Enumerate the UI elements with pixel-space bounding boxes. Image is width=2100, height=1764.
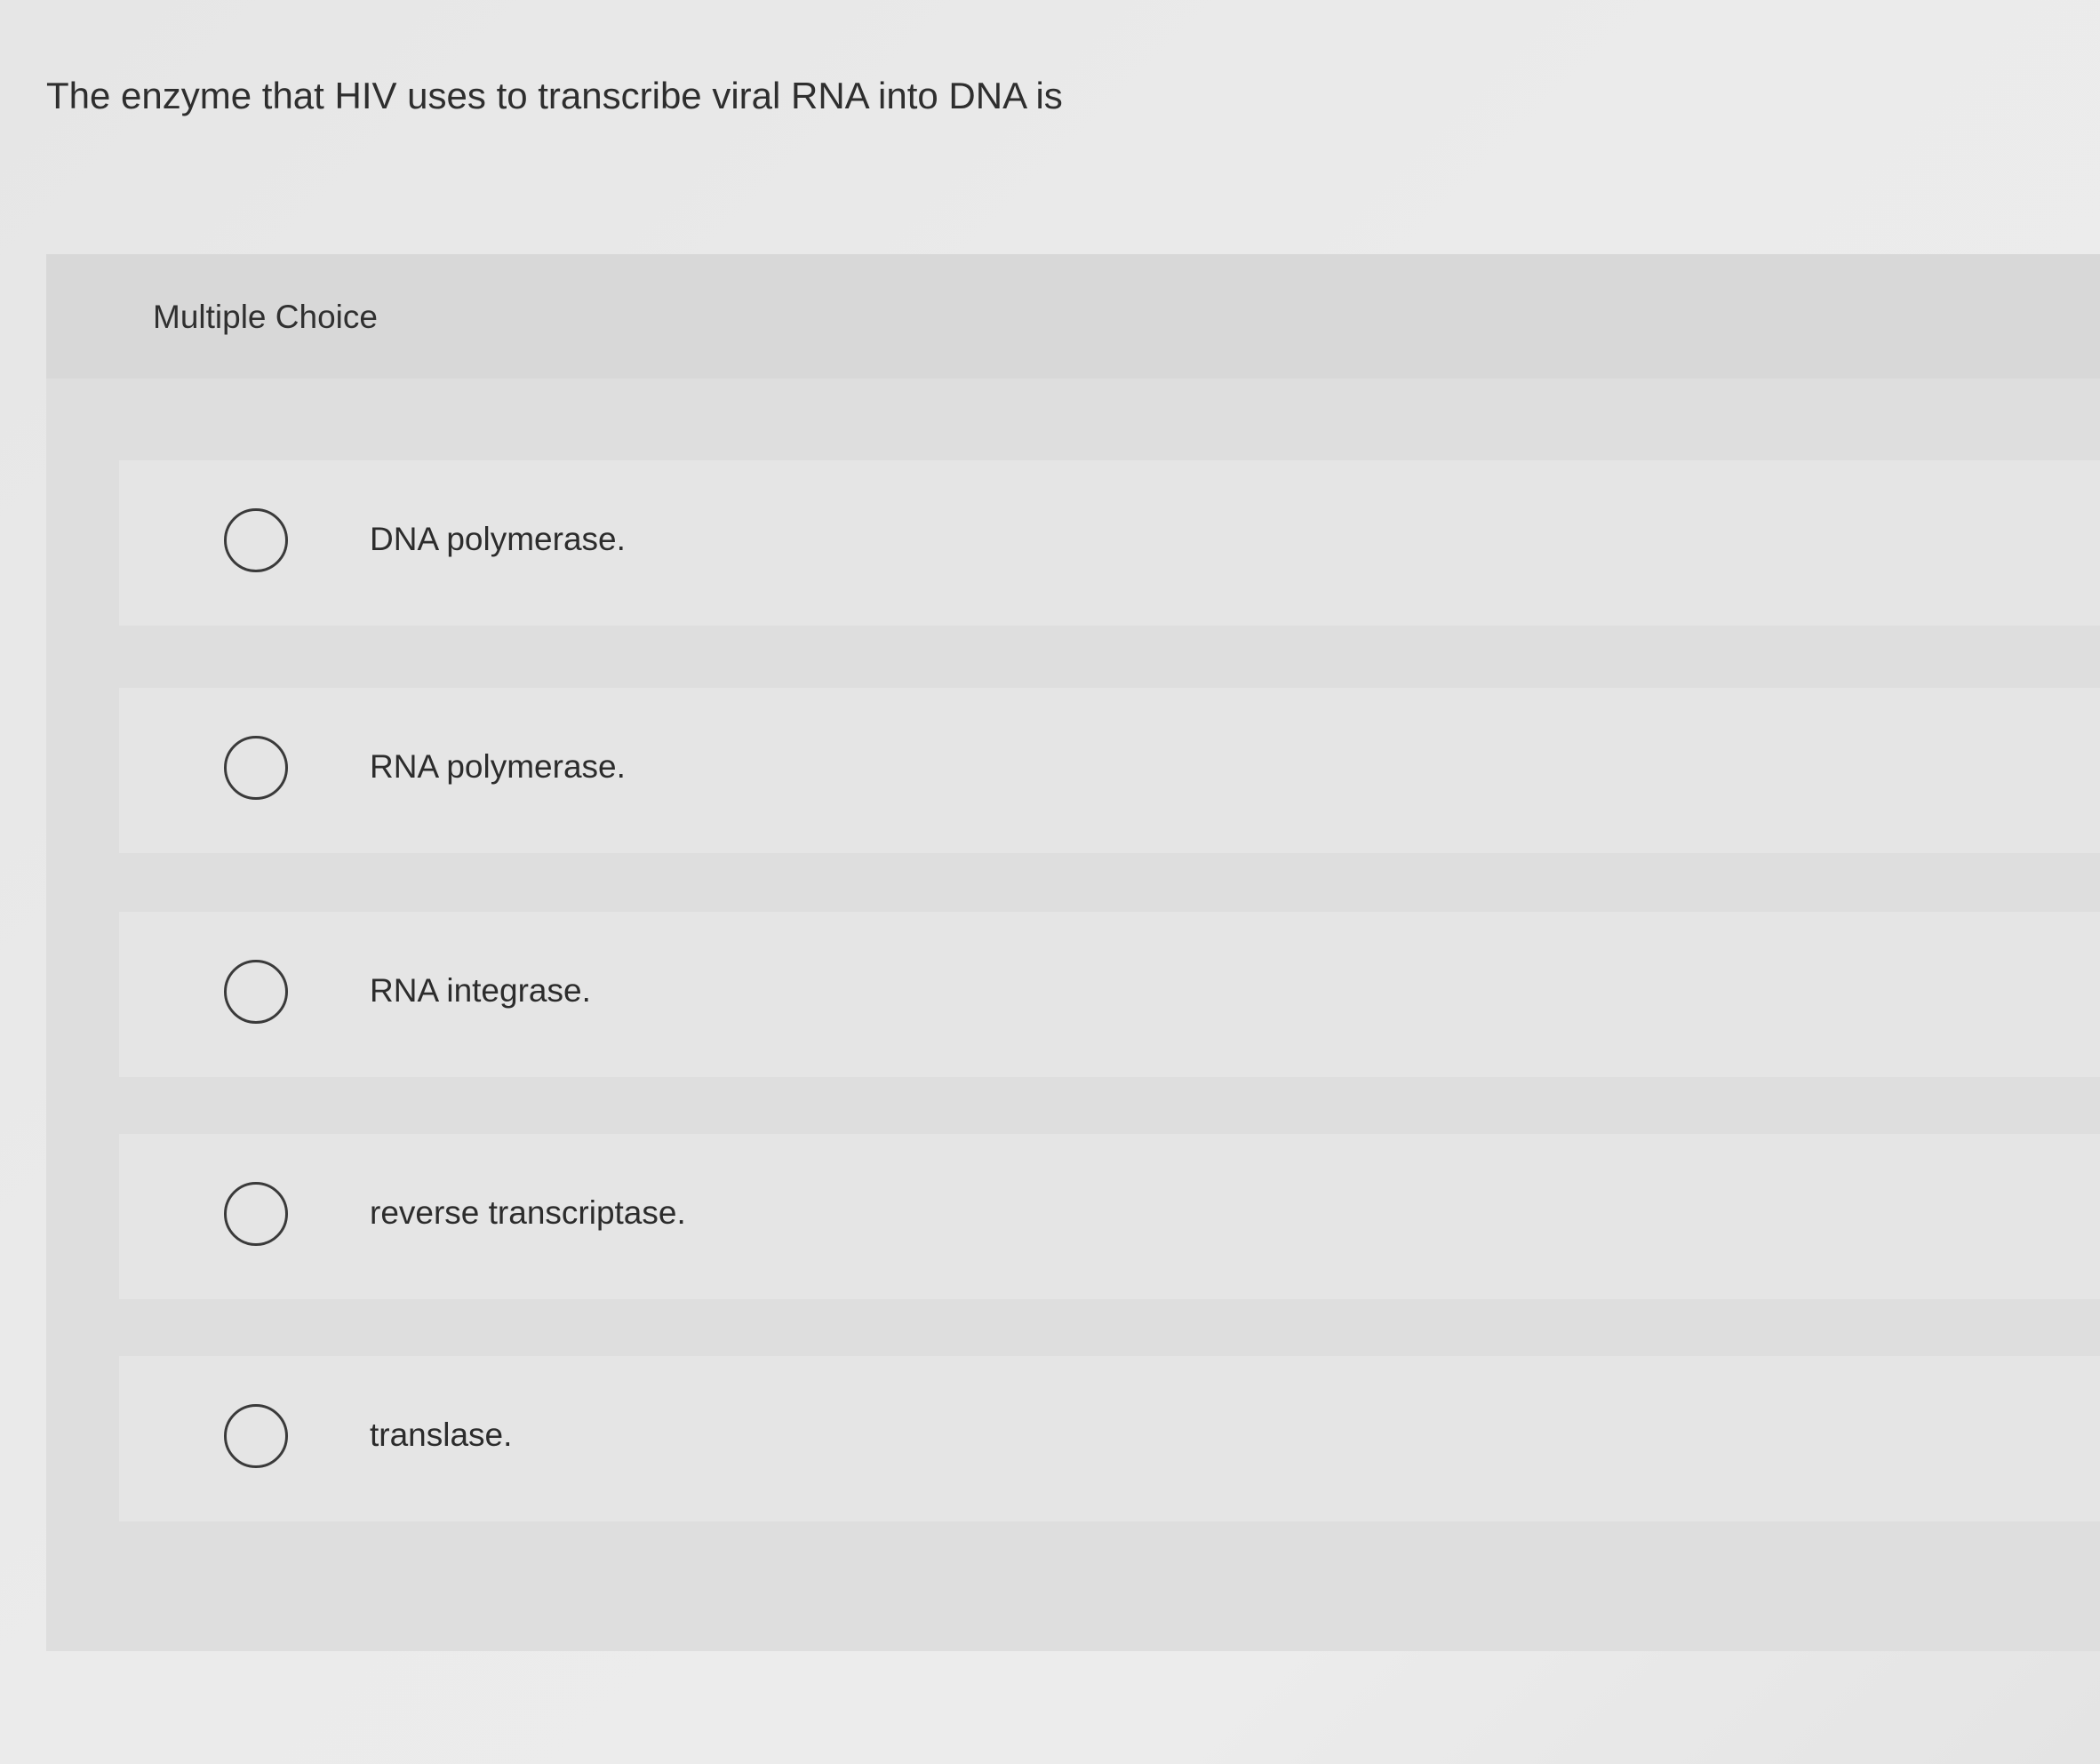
multiple-choice-label: Multiple Choice <box>153 299 378 335</box>
radio-button[interactable] <box>224 508 288 572</box>
radio-button[interactable] <box>224 1182 288 1246</box>
answer-option-rna-integrase[interactable]: RNA integrase. <box>119 912 2100 1077</box>
answer-option-label[interactable]: RNA integrase. <box>370 969 591 1013</box>
multiple-choice-panel: Multiple Choice DNA polymerase. RNA poly… <box>46 254 2100 1651</box>
radio-button[interactable] <box>224 1404 288 1468</box>
answer-option-dna-polymerase[interactable]: DNA polymerase. <box>119 460 2100 626</box>
answer-option-label[interactable]: DNA polymerase. <box>370 517 626 562</box>
question-text: The enzyme that HIV uses to transcribe v… <box>46 75 1063 116</box>
answer-option-rna-polymerase[interactable]: RNA polymerase. <box>119 688 2100 853</box>
answer-option-translase[interactable]: translase. <box>119 1356 2100 1521</box>
answer-option-reverse-transcriptase[interactable]: reverse transcriptase. <box>119 1134 2100 1299</box>
answer-option-label[interactable]: translase. <box>370 1413 512 1457</box>
radio-button[interactable] <box>224 960 288 1024</box>
answer-option-label[interactable]: RNA polymerase. <box>370 745 626 789</box>
multiple-choice-header: Multiple Choice <box>46 254 2100 379</box>
answer-option-label[interactable]: reverse transcriptase. <box>370 1191 686 1235</box>
radio-button[interactable] <box>224 736 288 800</box>
